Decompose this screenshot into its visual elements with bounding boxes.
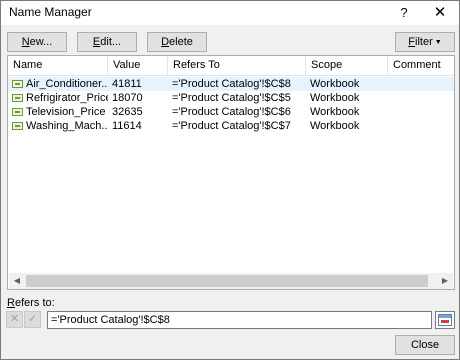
close-window-button[interactable]: ✕ bbox=[423, 1, 457, 25]
refers-to-label: Refers to: bbox=[7, 297, 55, 309]
edit-button[interactable]: Edit... bbox=[77, 32, 137, 52]
row-scope: Workbook bbox=[310, 92, 360, 104]
new-button[interactable]: New... bbox=[7, 32, 67, 52]
refers-to-accel: R bbox=[7, 297, 15, 309]
named-range-icon bbox=[12, 94, 23, 102]
refers-to-field[interactable] bbox=[47, 311, 432, 329]
row-name-cell: Refrigirator_Price bbox=[12, 91, 108, 105]
row-name-cell: Washing_Mach... bbox=[12, 119, 108, 133]
scroll-right-icon[interactable]: ▶ bbox=[437, 273, 453, 289]
named-range-icon bbox=[12, 80, 23, 88]
filter-button-label: ilter bbox=[415, 36, 433, 48]
row-comment bbox=[392, 105, 452, 119]
confirm-edit-icon[interactable]: ✓ bbox=[24, 311, 41, 328]
new-button-accel: N bbox=[21, 36, 30, 48]
close-button[interactable]: Close bbox=[395, 335, 455, 355]
row-name-cell: Television_Price bbox=[12, 105, 108, 119]
row-name-cell: Air_Conditioner... bbox=[12, 77, 108, 91]
column-header-comment[interactable]: Comment bbox=[388, 56, 454, 76]
row-value: 32635 bbox=[112, 106, 143, 118]
row-comment bbox=[392, 91, 452, 105]
range-selector-button[interactable] bbox=[435, 311, 455, 329]
horizontal-scrollbar[interactable]: ◀ ▶ bbox=[9, 273, 453, 289]
help-button[interactable]: ? bbox=[387, 1, 421, 25]
row-refers-to: ='Product Catalog'!$C$7 bbox=[172, 120, 291, 132]
scrollbar-thumb[interactable] bbox=[26, 275, 428, 287]
row-value: 41811 bbox=[112, 78, 142, 90]
row-name: Refrigirator_Price bbox=[26, 92, 108, 104]
row-comment bbox=[392, 119, 452, 133]
delete-button-label: elete bbox=[169, 36, 193, 48]
edit-button-label: dit... bbox=[100, 36, 122, 48]
list-header: Name Value Refers To Scope Comment bbox=[8, 56, 454, 76]
names-list[interactable]: Name Value Refers To Scope Comment Air_C… bbox=[7, 55, 455, 290]
table-row[interactable]: Television_Price 32635 ='Product Catalog… bbox=[8, 105, 454, 119]
column-header-refers-to[interactable]: Refers To bbox=[168, 56, 306, 76]
title-bar: Name Manager ? ✕ bbox=[1, 1, 459, 25]
name-manager-dialog: Name Manager ? ✕ New... Edit... Delete F… bbox=[0, 0, 460, 360]
dropdown-arrow-icon: ▼ bbox=[434, 39, 442, 46]
column-header-scope[interactable]: Scope bbox=[306, 56, 388, 76]
row-scope: Workbook bbox=[310, 106, 360, 118]
filter-button[interactable]: Filter ▼ bbox=[395, 32, 455, 52]
row-comment bbox=[392, 77, 452, 91]
range-selector-icon bbox=[438, 314, 452, 326]
window-title: Name Manager bbox=[9, 5, 92, 19]
new-button-label: ew... bbox=[29, 36, 53, 48]
row-refers-to: ='Product Catalog'!$C$5 bbox=[172, 92, 291, 104]
row-refers-to: ='Product Catalog'!$C$8 bbox=[172, 78, 291, 90]
column-header-value[interactable]: Value bbox=[108, 56, 168, 76]
row-value: 18070 bbox=[112, 92, 143, 104]
row-name: Television_Price bbox=[26, 106, 106, 118]
row-name: Washing_Mach... bbox=[26, 120, 108, 132]
table-row[interactable]: Washing_Mach... 11614 ='Product Catalog'… bbox=[8, 119, 454, 133]
cancel-edit-icon[interactable]: ✕ bbox=[6, 311, 23, 328]
row-name: Air_Conditioner... bbox=[26, 78, 108, 90]
scroll-left-icon[interactable]: ◀ bbox=[9, 273, 25, 289]
row-refers-to: ='Product Catalog'!$C$6 bbox=[172, 106, 291, 118]
table-row[interactable]: Refrigirator_Price 18070 ='Product Catal… bbox=[8, 91, 454, 105]
named-range-icon bbox=[12, 108, 23, 116]
refers-to-label-text: efers to: bbox=[14, 297, 55, 309]
table-row[interactable]: Air_Conditioner... 41811 ='Product Catal… bbox=[8, 77, 454, 91]
column-header-name[interactable]: Name bbox=[8, 56, 108, 76]
row-value: 11614 bbox=[112, 120, 142, 132]
delete-button-accel: D bbox=[161, 36, 170, 48]
named-range-icon bbox=[12, 122, 23, 130]
row-scope: Workbook bbox=[310, 120, 360, 132]
row-scope: Workbook bbox=[310, 78, 360, 90]
delete-button[interactable]: Delete bbox=[147, 32, 207, 52]
